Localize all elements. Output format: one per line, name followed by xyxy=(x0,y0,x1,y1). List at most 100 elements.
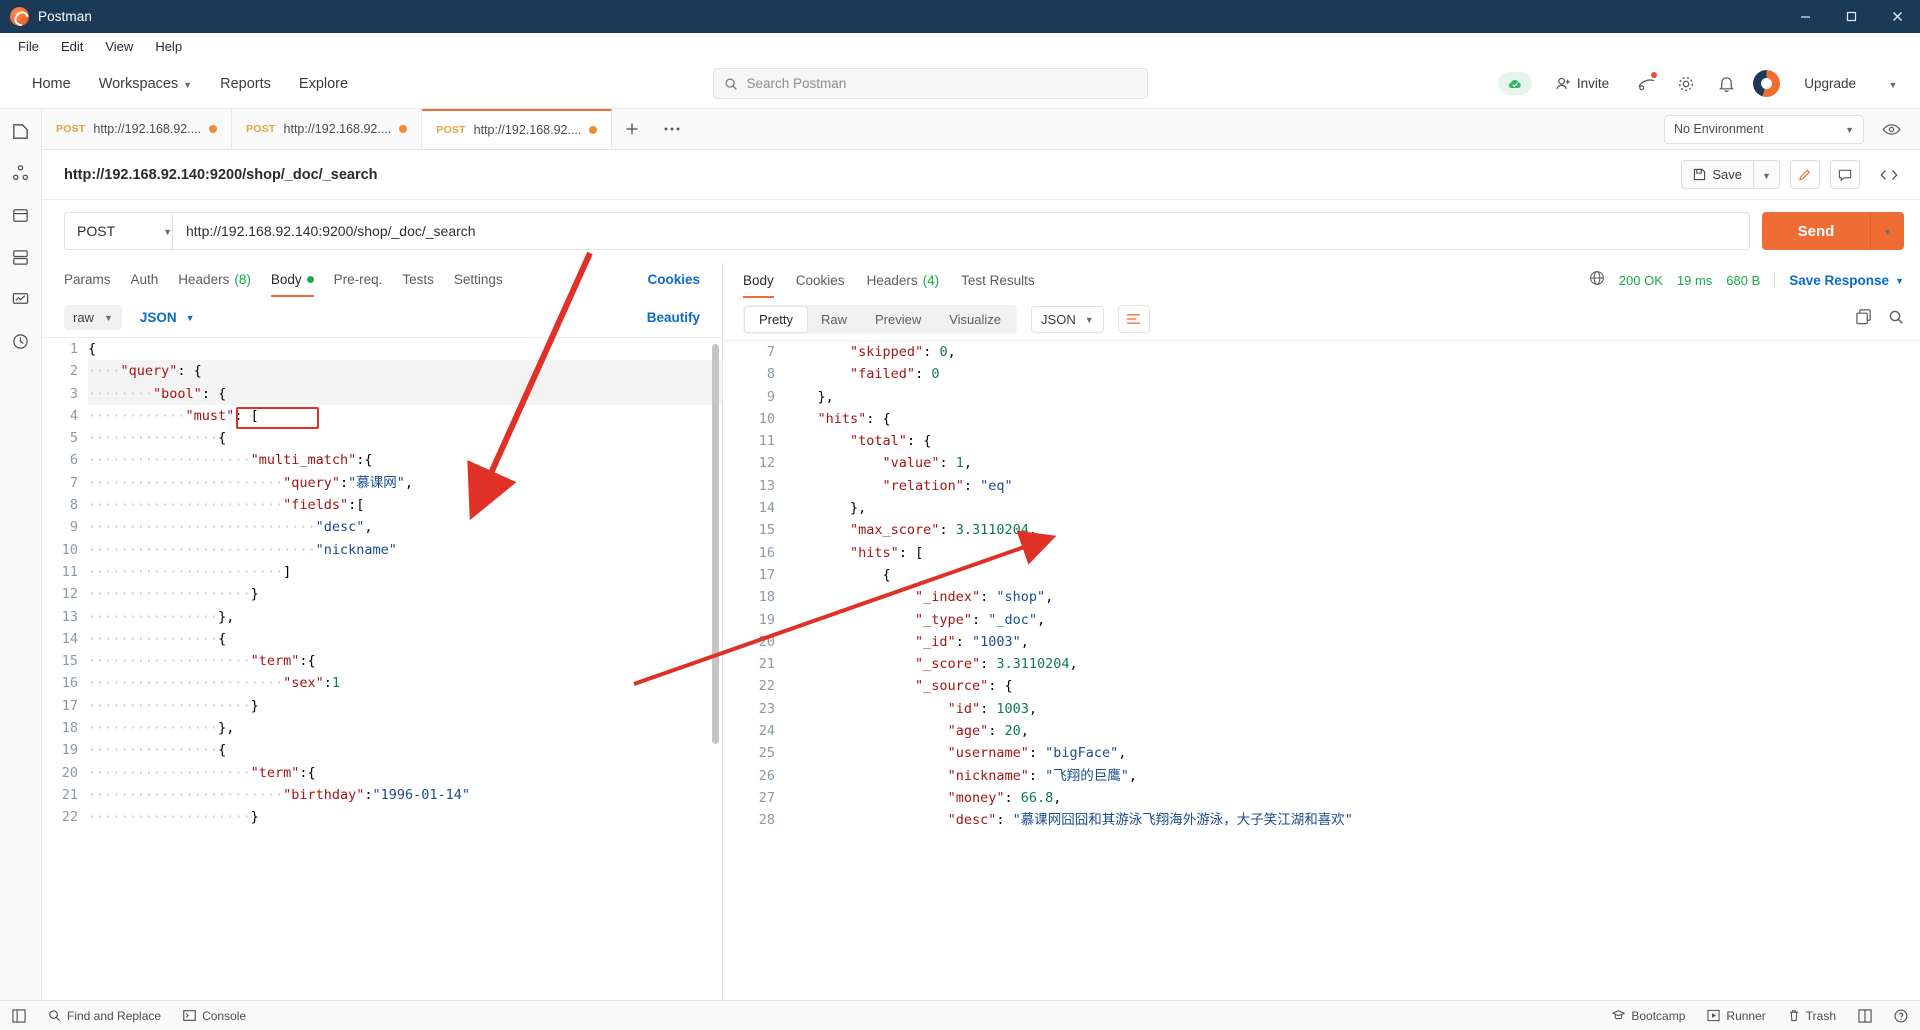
code-line: "id": 1003, xyxy=(947,700,1037,717)
code-line: }, xyxy=(785,500,867,517)
question-icon xyxy=(1894,1009,1908,1022)
maximize-button[interactable] xyxy=(1828,0,1874,33)
search-response-button[interactable] xyxy=(1888,309,1904,330)
tab-tests[interactable]: Tests xyxy=(402,262,434,297)
top-navigation: Home Workspaces ▼ Reports Explore Search… xyxy=(0,59,1920,109)
tab-settings[interactable]: Settings xyxy=(454,262,503,297)
tab-method: POST xyxy=(246,123,276,135)
response-tab-test-results[interactable]: Test Results xyxy=(961,263,1035,298)
sync-icon-button[interactable] xyxy=(1633,71,1659,97)
search-placeholder: Search Postman xyxy=(746,76,847,91)
bootcamp-button[interactable]: Bootcamp xyxy=(1612,1009,1685,1023)
sidebar-toggle-button[interactable] xyxy=(12,1008,26,1023)
runner-button[interactable]: Runner xyxy=(1707,1009,1766,1023)
url-input[interactable]: http://192.168.92.140:9200/shop/_doc/_se… xyxy=(172,212,1750,250)
request-tab-2[interactable]: POST http://192.168.92.... xyxy=(232,109,423,149)
environment-selector[interactable]: No Environment ▼ xyxy=(1664,114,1864,144)
console-button[interactable]: Console xyxy=(183,1009,246,1023)
sidebar-item-apis[interactable] xyxy=(9,161,33,185)
menu-file[interactable]: File xyxy=(8,36,49,57)
response-language-selector[interactable]: JSON ▼ xyxy=(1031,305,1104,333)
more-menu-button[interactable]: ▼ xyxy=(1880,71,1906,97)
response-body-viewer[interactable]: 7 8 9 10 11 12 13 14 15 16 17 18 19 20 21 22 23 24 25 26 27 2… xyxy=(723,340,1920,1000)
find-and-replace-button[interactable]: Find and Replace xyxy=(48,1009,161,1023)
edit-request-button[interactable] xyxy=(1790,160,1820,189)
nav-workspaces-label: Workspaces xyxy=(98,75,179,92)
two-pane-layout-button[interactable] xyxy=(1858,1008,1872,1023)
chevron-down-icon: ▼ xyxy=(1845,125,1854,135)
nav-reports[interactable]: Reports xyxy=(206,67,285,101)
menu-edit[interactable]: Edit xyxy=(51,36,93,57)
code-line: ························"birthday":"1996… xyxy=(88,786,471,803)
body-mode-selector[interactable]: raw ▼ xyxy=(64,304,122,330)
sync-status-badge[interactable] xyxy=(1497,72,1532,95)
new-tab-button[interactable] xyxy=(612,109,652,149)
beautify-button[interactable]: Beautify xyxy=(647,310,700,325)
send-button[interactable]: Send xyxy=(1762,212,1870,250)
sidebar-item-collections[interactable] xyxy=(9,119,33,143)
copy-button[interactable] xyxy=(1855,308,1872,330)
cookies-link[interactable]: Cookies xyxy=(647,272,700,287)
minimize-button[interactable] xyxy=(1782,0,1828,33)
view-mode-preview[interactable]: Preview xyxy=(861,307,935,332)
http-method-selector[interactable]: POST ▼ xyxy=(64,212,184,250)
code-line: "_type": "_doc", xyxy=(915,611,1046,628)
response-tab-cookies[interactable]: Cookies xyxy=(796,263,845,298)
save-button-group: Save ▼ xyxy=(1681,160,1780,189)
menu-help[interactable]: Help xyxy=(145,36,192,57)
sidebar-item-history[interactable] xyxy=(9,329,33,353)
nav-explore[interactable]: Explore xyxy=(285,67,362,101)
line-number: 8 xyxy=(766,366,775,383)
wrap-lines-button[interactable] xyxy=(1117,305,1150,333)
request-tab-3-active[interactable]: POST http://192.168.92.... xyxy=(422,109,613,149)
nav-workspaces[interactable]: Workspaces ▼ xyxy=(85,67,206,101)
tab-overflow-button[interactable] xyxy=(652,109,692,149)
help-button[interactable] xyxy=(1894,1009,1908,1023)
tab-body[interactable]: Body xyxy=(270,262,314,297)
tab-pre-request[interactable]: Pre-req. xyxy=(334,262,383,297)
sidebar-item-environments[interactable] xyxy=(9,203,33,227)
tab-params[interactable]: Params xyxy=(64,262,111,297)
tab-method: POST xyxy=(56,123,86,135)
upgrade-button[interactable]: Upgrade xyxy=(1794,71,1866,96)
code-snippet-button[interactable] xyxy=(1874,160,1904,190)
save-button[interactable]: Save xyxy=(1681,160,1754,189)
tab-auth[interactable]: Auth xyxy=(131,262,159,297)
line-number: 25 xyxy=(758,745,775,762)
trash-button[interactable]: Trash xyxy=(1788,1009,1836,1023)
invite-button[interactable]: Invite xyxy=(1546,71,1619,96)
response-tab-headers[interactable]: Headers (4) xyxy=(867,263,940,298)
response-tab-body[interactable]: Body xyxy=(743,263,774,298)
request-scrollbar[interactable] xyxy=(712,344,719,744)
tab-headers[interactable]: Headers (8) xyxy=(178,262,251,297)
unsaved-dot xyxy=(399,125,408,133)
avatar[interactable] xyxy=(1753,70,1781,97)
request-tab-1[interactable]: POST http://192.168.92.... xyxy=(42,109,233,149)
search-input[interactable]: Search Postman xyxy=(712,68,1148,99)
comment-button[interactable] xyxy=(1830,160,1860,189)
view-mode-visualize[interactable]: Visualize xyxy=(935,307,1015,332)
view-mode-pretty[interactable]: Pretty xyxy=(745,306,807,332)
request-body-editor[interactable]: 1 2 3 4 5 6 7 8 9 10 11 12 13 14 15 16 17 18 19 20 21 22 {···… xyxy=(42,337,722,1000)
save-response-button[interactable]: Save Response ▼ xyxy=(1789,273,1904,288)
settings-button[interactable] xyxy=(1673,71,1699,97)
request-code[interactable]: {····"query": {········"bool": {········… xyxy=(88,338,722,829)
nav-home[interactable]: Home xyxy=(18,67,85,101)
menu-view[interactable]: View xyxy=(95,36,143,57)
body-language-selector[interactable]: JSON ▼ xyxy=(140,310,195,325)
line-number: 8 xyxy=(69,497,78,514)
code-line: "money": 66.8, xyxy=(947,789,1062,806)
code-icon xyxy=(1880,169,1898,180)
sidebar-item-monitors[interactable] xyxy=(9,287,33,311)
sidebar-item-mock[interactable] xyxy=(9,245,33,269)
line-number: 22 xyxy=(758,678,775,695)
environment-quick-look-button[interactable] xyxy=(1878,116,1904,142)
work-area: POST http://192.168.92.... POST http://1… xyxy=(42,109,1920,1000)
notifications-button[interactable] xyxy=(1713,71,1739,97)
view-mode-raw[interactable]: Raw xyxy=(807,307,861,332)
send-options-button[interactable]: ▼ xyxy=(1870,212,1904,250)
close-button[interactable] xyxy=(1874,0,1920,33)
save-options-button[interactable]: ▼ xyxy=(1754,160,1780,189)
pencil-icon xyxy=(1798,169,1810,181)
code-line: ····················"term":{ xyxy=(88,764,316,781)
